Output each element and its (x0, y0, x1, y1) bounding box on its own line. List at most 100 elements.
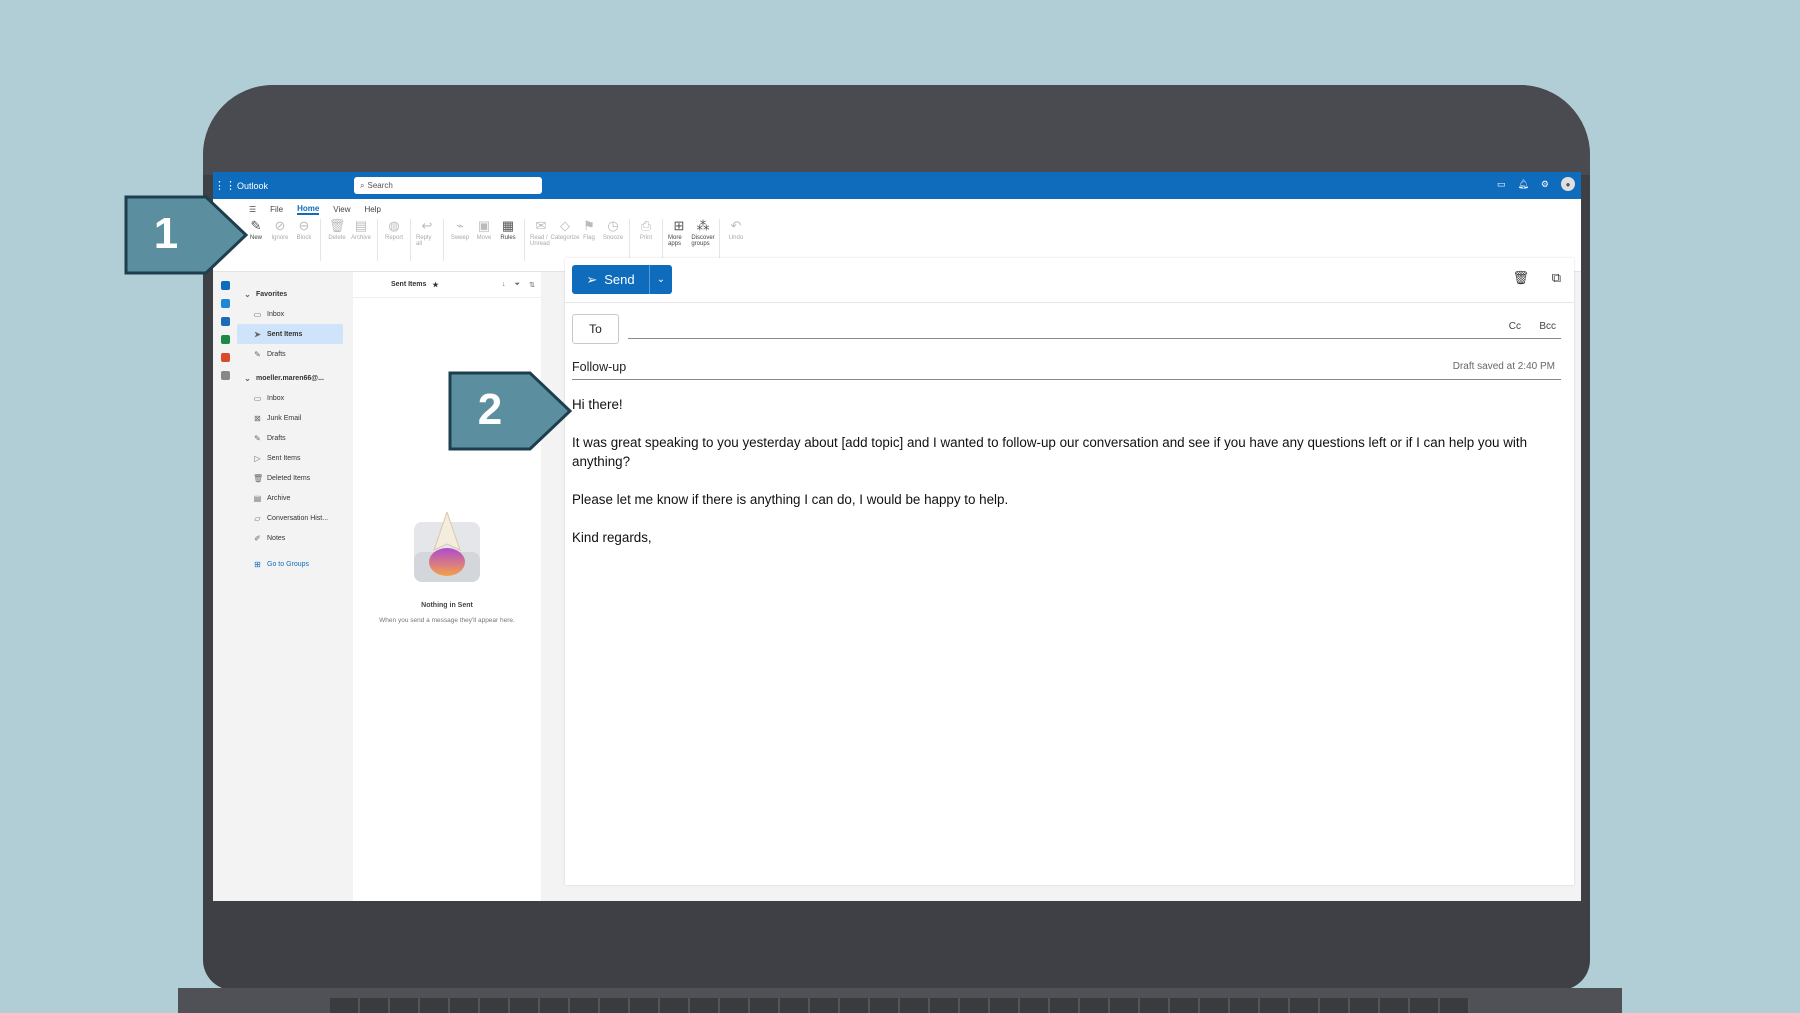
empty-mailbox-illustration (414, 512, 480, 582)
send-button-group: ➢ Send ⌄ (572, 265, 672, 294)
laptop-keyboard (330, 998, 1470, 1013)
top-bar-icons: ▭ 🔔︎ ⚙ ● (1497, 177, 1575, 191)
favorites-header[interactable]: ⌄ Favorites (237, 284, 351, 304)
list-title: Sent Items (391, 281, 427, 288)
to-field[interactable] (628, 338, 1561, 339)
block-button[interactable]: ⊖ Block (293, 219, 315, 242)
cc-button[interactable]: Cc (1509, 321, 1521, 332)
delete-button[interactable]: 🗑︎ Delete (326, 219, 348, 242)
filter-icon[interactable]: ⏷ (515, 281, 521, 289)
more-apps-icon[interactable] (220, 371, 230, 380)
account-header[interactable]: ⌄ moeller.maren66@... (237, 368, 351, 388)
menu-home[interactable]: Home (297, 204, 320, 215)
hamburger-icon[interactable]: ☰ (249, 205, 256, 214)
more-apps-button[interactable]: ⊞ More apps (668, 218, 690, 248)
rules-button[interactable]: ▦ Rules (497, 218, 519, 242)
bcc-button[interactable]: Bcc (1539, 321, 1556, 332)
menu-file[interactable]: File (270, 205, 283, 214)
favorites-drafts[interactable]: ✎ Drafts (237, 344, 351, 364)
favorites-inbox[interactable]: ▭ Inbox (237, 304, 351, 324)
menu-help[interactable]: Help (365, 205, 381, 214)
archive-button[interactable]: ▤ Archive (350, 218, 372, 242)
folder-deleted[interactable]: 🗑︎ Deleted Items (237, 468, 351, 488)
apps-icon: ⊞ (673, 218, 685, 233)
search-placeholder: Search (367, 181, 393, 190)
sort-icon[interactable]: ⇅ (529, 281, 535, 289)
send-icon: ➤ (254, 329, 261, 339)
excel-app-icon[interactable] (220, 335, 230, 344)
envelope-icon: ✉ (535, 218, 547, 233)
pop-out-icon[interactable]: ⧉ (1552, 270, 1561, 286)
office-app-icon[interactable] (220, 353, 230, 362)
folder-conversation-history[interactable]: ▱ Conversation Hist... (237, 508, 351, 528)
print-button[interactable]: ⎙ Print (635, 219, 657, 242)
flag-button[interactable]: ⚑ Flag (578, 219, 600, 242)
folder-drafts[interactable]: ✎ Drafts (237, 428, 351, 448)
chevron-down-icon: ⌄ (244, 289, 251, 299)
reply-all-button[interactable]: ↩ Reply all (416, 219, 438, 248)
draft-status: Draft saved at 2:40 PM (1452, 361, 1555, 372)
message-list: Sent Items ★ ↓ ⏷ ⇅ Nothing in Sent When … (353, 272, 541, 901)
undo-button[interactable]: ↶ Undo (725, 219, 747, 242)
draft-icon: ✎ (254, 349, 261, 359)
body-paragraph-2: Please let me know if there is anything … (572, 492, 1009, 507)
send-icon: ▷ (254, 453, 261, 463)
ignore-icon: ⊘ (274, 218, 286, 233)
groups-icon: ⊞ (254, 559, 261, 569)
search-input[interactable]: ⌕ Search (354, 177, 542, 194)
move-button[interactable]: ▣ Move (473, 219, 495, 242)
people-app-icon[interactable] (220, 317, 230, 326)
menu-view[interactable]: View (333, 205, 350, 214)
groups-icon: ⁂ (696, 218, 710, 233)
shield-icon: ◍ (388, 218, 400, 233)
categorize-button[interactable]: ◇ Categorize (551, 219, 580, 242)
rules-icon: ▦ (501, 218, 515, 233)
gear-icon[interactable]: ⚙ (1541, 179, 1549, 190)
inbox-icon: ▭ (253, 309, 262, 319)
todo-app-icon[interactable] (220, 299, 230, 308)
subject-field[interactable]: Follow-up (572, 360, 626, 374)
chevron-down-icon: ⌄ (656, 274, 666, 285)
clock-icon: ◷ (607, 218, 619, 233)
star-icon[interactable]: ★ (432, 281, 438, 289)
compose-icon: ✎ (250, 218, 262, 233)
callout-number-1: 1 (153, 209, 179, 258)
empty-state-subtitle: When you send a message they'll appear h… (379, 617, 515, 624)
bell-icon[interactable]: 🔔︎ (1517, 179, 1528, 190)
avatar[interactable]: ● (1561, 177, 1575, 191)
app-rail (213, 272, 237, 901)
read-unread-button[interactable]: ✉ Read / Unread (530, 218, 552, 248)
draft-icon: ✎ (254, 433, 261, 443)
app-launcher-icon[interactable]: ⋮⋮ (213, 179, 237, 192)
go-to-groups-link[interactable]: ⊞ Go to Groups (237, 554, 351, 574)
search-icon: ⌕ (360, 180, 365, 190)
send-options-button[interactable]: ⌄ (649, 265, 672, 294)
junk-icon: ⊠ (254, 413, 261, 423)
trash-icon: 🗑︎ (253, 473, 264, 483)
message-list-header: Sent Items ★ ↓ ⏷ ⇅ (353, 272, 541, 298)
app-name: Outlook (237, 180, 269, 191)
folder-notes[interactable]: ✐ Notes (237, 528, 351, 548)
discover-groups-button[interactable]: ⁂ Discover groups (691, 218, 714, 248)
message-body[interactable]: Hi there! It was great speaking to you y… (572, 395, 1557, 547)
report-button[interactable]: ◍ Report (383, 218, 405, 242)
meet-now-icon[interactable]: ▭ (1497, 179, 1506, 190)
snooze-button[interactable]: ◷ Snooze (602, 218, 624, 242)
sweep-button[interactable]: ⌁ Sweep (449, 219, 471, 242)
ignore-button[interactable]: ⊘ Ignore (269, 218, 291, 242)
body-greeting: Hi there! (572, 397, 623, 412)
note-icon: ✐ (254, 533, 261, 543)
archive-icon: ▤ (253, 493, 262, 503)
body-closing: Kind regards, (572, 530, 652, 545)
send-button[interactable]: ➢ Send (572, 265, 649, 294)
archive-icon: ▤ (354, 218, 368, 233)
folder-archive[interactable]: ▤ Archive (237, 488, 351, 508)
to-button[interactable]: To (572, 314, 619, 344)
folder-junk[interactable]: ⊠ Junk Email (237, 408, 351, 428)
mail-app-icon[interactable] (220, 281, 230, 290)
favorites-sent-items[interactable]: ➤ Sent Items (237, 324, 343, 344)
sort-direction-icon[interactable]: ↓ (502, 281, 506, 289)
folder-inbox[interactable]: ▭ Inbox (237, 388, 351, 408)
discard-icon[interactable]: 🗑︎ (1512, 270, 1529, 286)
folder-sent-items[interactable]: ▷ Sent Items (237, 448, 351, 468)
